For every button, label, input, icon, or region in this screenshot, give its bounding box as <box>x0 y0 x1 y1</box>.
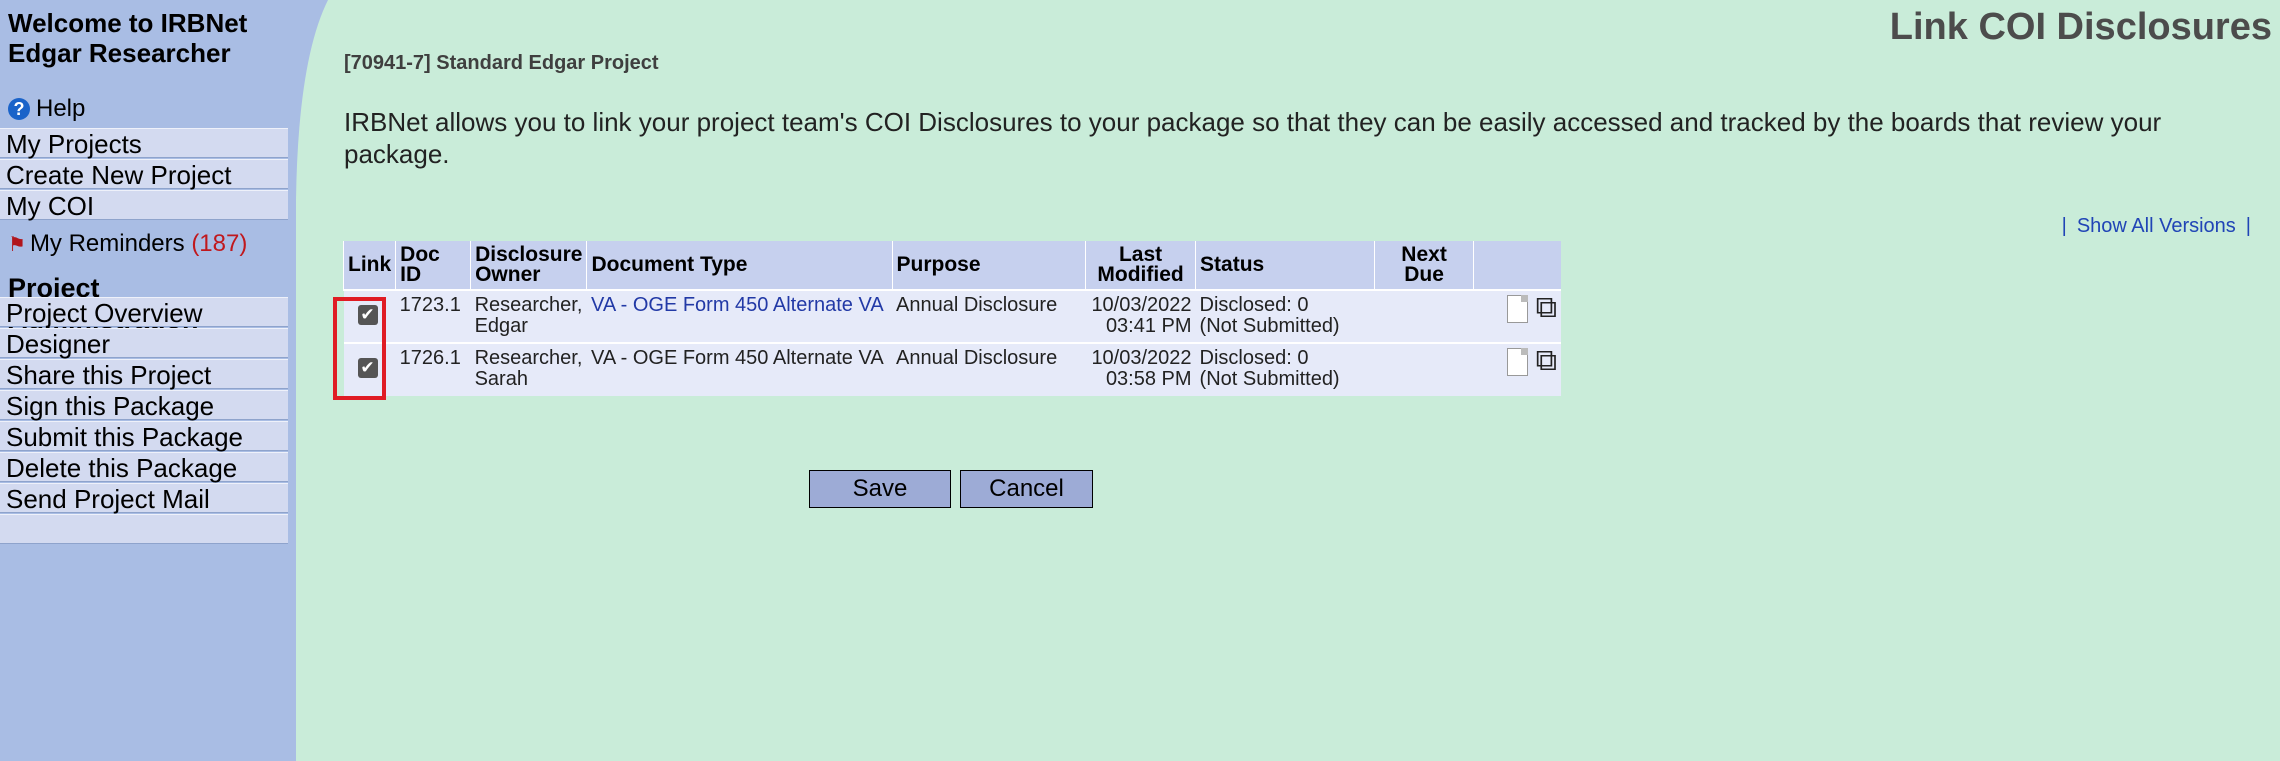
reminders-label: My Reminders <box>29 230 185 257</box>
col-doc-type[interactable]: Document Type <box>586 241 892 290</box>
table-header-row: Link Doc ID Disclosure Owner Document Typ… <box>342 241 1561 290</box>
status-line2: (Not Submitted) <box>1199 315 1340 337</box>
table-row: ✔ 1723.1 Researcher, Edgar VA - OGE Form … <box>343 289 1561 343</box>
show-all-versions-link[interactable]: Show All Versions <box>2077 215 2236 237</box>
sidebar-item-share-project[interactable]: Share this Project <box>0 359 288 390</box>
sidebar-item-my-coi[interactable]: My COI <box>0 190 288 221</box>
col-status[interactable]: Status <box>1195 241 1375 290</box>
copy-icon[interactable]: ⧉ <box>1536 293 1557 323</box>
cancel-button[interactable]: Cancel <box>960 470 1093 508</box>
sidebar-item-create-new-project[interactable]: Create New Project <box>0 159 288 190</box>
separator: | <box>2061 215 2067 237</box>
coi-table: Link Doc ID Disclosure Owner Document Typ… <box>342 241 1561 396</box>
sidebar-item-submit-package[interactable]: Submit this Package <box>0 421 288 452</box>
sidebar-item-project-overview[interactable]: Project Overview <box>0 297 288 328</box>
sidebar-item-send-project-mail[interactable]: Send Project Mail <box>0 483 288 514</box>
flag-icon: ⚑ <box>8 234 26 256</box>
col-actions <box>1473 241 1561 290</box>
col-owner[interactable]: Disclosure Owner <box>470 241 587 290</box>
sidebar-item-my-reminders[interactable]: ⚑ My Reminders (187) <box>8 230 247 258</box>
reminders-count: (187) <box>191 230 248 257</box>
help-link[interactable]: ? Help <box>8 95 85 123</box>
sidebar: Welcome to IRBNet Edgar Researcher ? Hel… <box>0 0 290 761</box>
modified-cell: 10/03/2022 03:41 PM <box>1085 289 1196 343</box>
intro-text: IRBNet allows you to link your project t… <box>344 107 2162 169</box>
owner-cell: Researcher, Sarah <box>470 342 587 396</box>
save-button[interactable]: Save <box>809 470 951 508</box>
welcome-text: Welcome to IRBNet Edgar Researcher <box>8 8 248 68</box>
page-title: Link COI Disclosures <box>1889 6 2272 48</box>
status-line2: (Not Submitted) <box>1199 368 1340 390</box>
next-due-cell <box>1374 342 1474 396</box>
separator: | <box>2245 215 2251 237</box>
status-cell: Disclosed: 0 (Not Submitted) <box>1195 342 1375 396</box>
copy-icon[interactable]: ⧉ <box>1536 346 1557 376</box>
modified-cell: 10/03/2022 03:58 PM <box>1085 342 1196 396</box>
table-row: ✔ 1726.1 Researcher, Sarah VA - OGE Form … <box>343 342 1561 396</box>
document-icon[interactable] <box>1506 295 1528 323</box>
sidebar-item-delete-package[interactable]: Delete this Package <box>0 452 288 483</box>
modified-time: 03:41 PM <box>1105 315 1192 337</box>
col-link: Link <box>342 241 396 290</box>
col-owner-line2: Owner <box>475 263 541 286</box>
doc-type-link[interactable]: VA - OGE Form 450 Alternate VA <box>591 294 884 316</box>
status-line1: Disclosed: 0 <box>1199 347 1309 369</box>
status-line1: Disclosed: 0 <box>1199 294 1309 316</box>
col-next-due[interactable]: Next Due <box>1373 241 1474 290</box>
col-modified-line2: Modified <box>1097 263 1184 286</box>
link-highlight-box <box>333 297 386 400</box>
doc-type-cell: VA - OGE Form 450 Alternate VA <box>586 289 892 343</box>
col-purpose[interactable]: Purpose <box>891 241 1086 290</box>
col-last-modified[interactable]: Last Modified <box>1085 241 1196 290</box>
purpose-cell: Annual Disclosure <box>892 289 1086 343</box>
help-icon: ? <box>8 98 30 120</box>
doc-type-cell: VA - OGE Form 450 Alternate VA <box>586 342 892 396</box>
actions-cell: ⧉ <box>1473 289 1561 343</box>
document-icon[interactable] <box>1506 348 1528 376</box>
modified-time: 03:58 PM <box>1105 368 1192 390</box>
col-due-line2: Due <box>1404 263 1444 286</box>
sidebar-curve <box>288 0 328 761</box>
doc-id-cell: 1723.1 <box>395 289 471 343</box>
show-versions-bar: | Show All Versions | <box>1343 215 2261 238</box>
col-doc-id[interactable]: Doc ID <box>395 241 471 290</box>
modified-date: 10/03/2022 <box>1091 347 1192 369</box>
actions-cell: ⧉ <box>1473 342 1561 396</box>
sidebar-item-designer[interactable]: Designer <box>0 328 288 359</box>
owner-line2: Sarah <box>474 368 528 390</box>
sidebar-item-my-projects[interactable]: My Projects <box>0 128 288 159</box>
next-due-cell <box>1374 289 1474 343</box>
owner-line2: Edgar <box>474 315 528 337</box>
owner-line1: Researcher, <box>474 347 583 369</box>
modified-date: 10/03/2022 <box>1091 294 1192 316</box>
doc-id-cell: 1726.1 <box>395 342 471 396</box>
status-cell: Disclosed: 0 (Not Submitted) <box>1195 289 1375 343</box>
sidebar-item-sign-package[interactable]: Sign this Package <box>0 390 288 421</box>
purpose-cell: Annual Disclosure <box>892 342 1086 396</box>
project-name: [70941-7] Standard Edgar Project <box>344 52 659 74</box>
sidebar-item-next[interactable] <box>0 514 288 544</box>
owner-cell: Researcher, Edgar <box>470 289 587 343</box>
help-label: Help <box>36 95 86 122</box>
owner-line1: Researcher, <box>474 294 583 316</box>
